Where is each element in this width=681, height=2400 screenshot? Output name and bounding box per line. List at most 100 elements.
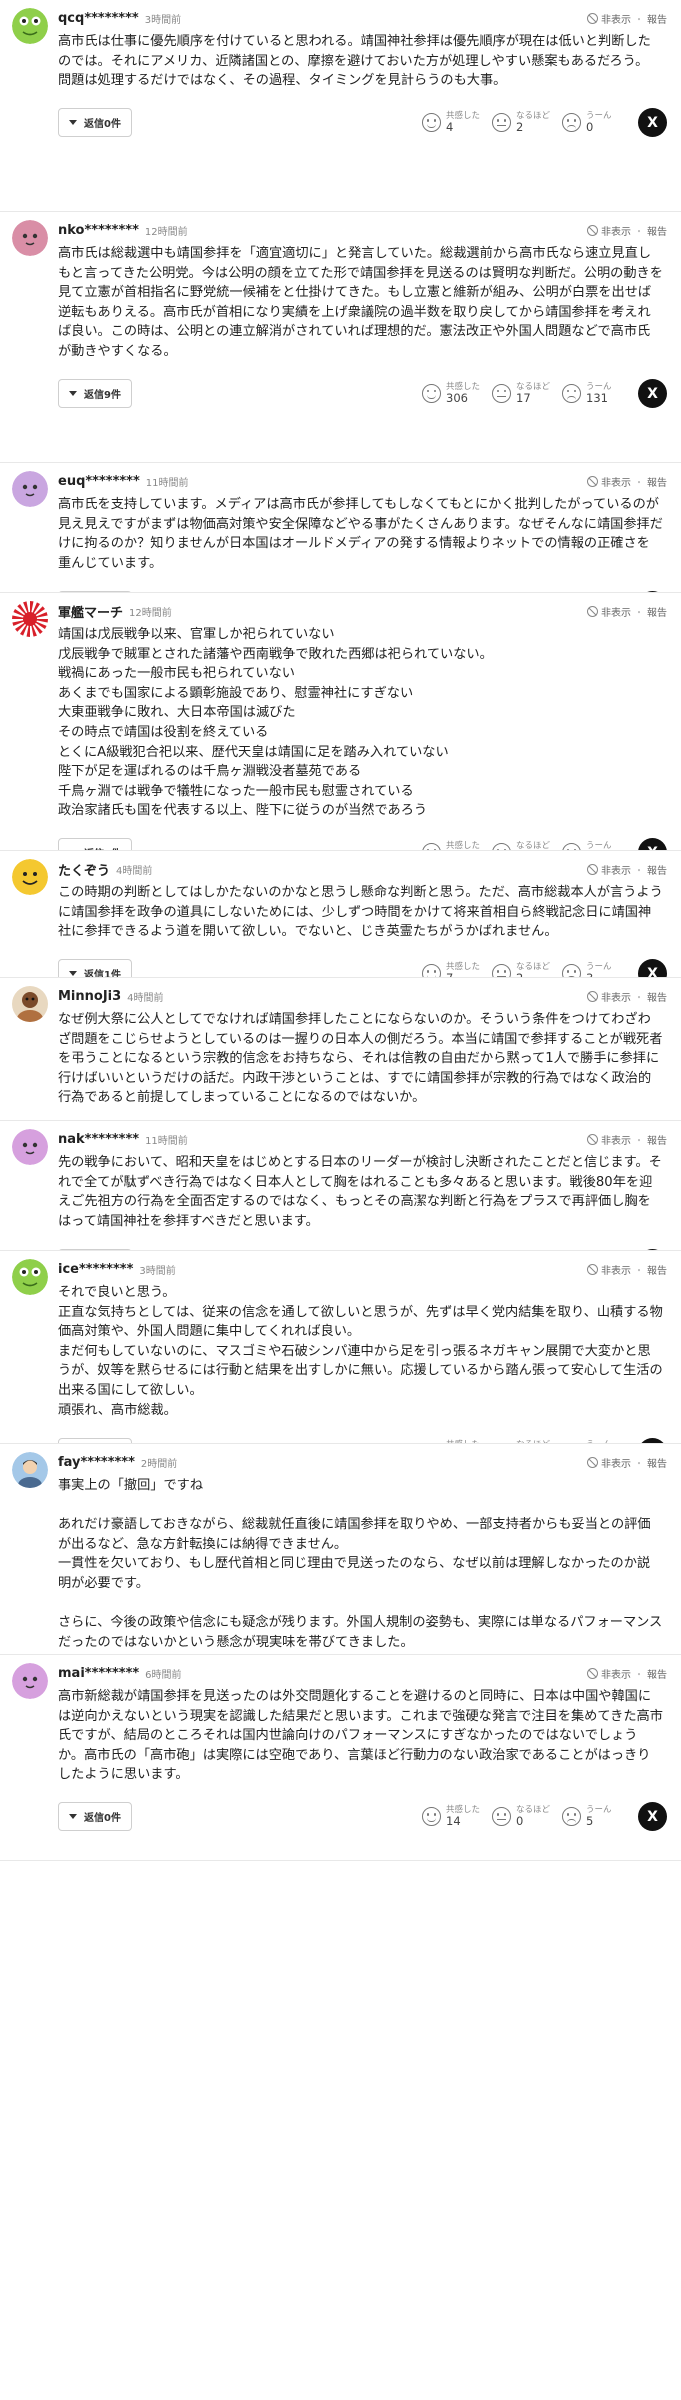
x-share-button[interactable]: X	[638, 108, 667, 138]
avatar[interactable]	[12, 859, 48, 895]
reaction-learn-button[interactable]: なるほど0	[492, 1805, 562, 1828]
reaction-hmm-button[interactable]: うーん5	[562, 1805, 632, 1828]
hide-link[interactable]: 非表示	[601, 1132, 631, 1147]
x-share-button[interactable]: X	[638, 1802, 667, 1832]
reaction-count: 14	[446, 1814, 461, 1829]
reaction-agree-button[interactable]: 共感した4	[422, 111, 492, 134]
hide-link[interactable]: 非表示	[601, 474, 631, 489]
reaction-count: 306	[446, 390, 468, 405]
avatar[interactable]	[12, 1663, 48, 1699]
hide-icon	[587, 1456, 598, 1468]
avatar[interactable]	[12, 601, 48, 637]
avatar[interactable]	[12, 1452, 48, 1488]
reply-toggle-button[interactable]: 返信0件	[58, 108, 132, 138]
hide-icon	[587, 1133, 598, 1145]
reaction-learn-button[interactable]: なるほど2	[492, 962, 562, 977]
comment-line: 正直な気持ちとしては、従来の信念を通して欲しいと思うが、先ずは早く党内結集を取り…	[58, 1304, 663, 1340]
neutral-face-icon	[492, 113, 511, 133]
comment-text: 高市氏を支持しています。メディアは高市氏が参拝してもしなくてもとにかく批判したが…	[58, 495, 667, 573]
reply-toggle-button[interactable]: 返信9件	[58, 379, 132, 409]
x-share-button[interactable]: X	[638, 959, 667, 977]
comment-username[interactable]: MinnoJi3	[58, 989, 121, 1004]
comment-item: たくぞう 4時間前 非表示 ・ 報告 この時期の判断としてはしかたないのかなと思…	[0, 851, 681, 978]
x-logo-icon: X	[647, 1808, 658, 1825]
reply-toggle-button[interactable]: 返信3件	[58, 838, 132, 850]
hide-link[interactable]: 非表示	[601, 1455, 631, 1470]
menu-separator: ・	[634, 1135, 644, 1147]
comment-line: その時点で靖国は役割を終えている	[58, 724, 269, 740]
reaction-agree-button[interactable]: 共感した 14	[422, 1805, 492, 1829]
hide-icon	[587, 1263, 598, 1275]
report-link[interactable]: 報告	[647, 223, 667, 238]
comment-line: 大東亜戦争に敗れ、大日本帝国は滅びた	[58, 705, 296, 721]
report-link[interactable]: 報告	[647, 1262, 667, 1277]
reaction-hmm-button[interactable]: うーん 0	[562, 111, 632, 134]
comment-username[interactable]: nak********	[58, 1132, 139, 1147]
comment-line: 先の戦争において、昭和天皇をはじめとする日本のリーダーが検討し決断されたことだと…	[58, 1155, 662, 1229]
report-link[interactable]: 報告	[647, 862, 667, 877]
report-link[interactable]: 報告	[647, 604, 667, 619]
report-link[interactable]: 報告	[647, 1666, 667, 1681]
avatar[interactable]	[12, 8, 48, 44]
x-share-button[interactable]: X	[638, 838, 667, 850]
hide-icon	[587, 1667, 598, 1679]
avatar[interactable]	[12, 220, 48, 256]
smile-icon	[422, 1807, 441, 1827]
reaction-learn-button[interactable]: なるほど 17	[492, 382, 562, 405]
menu-separator: ・	[634, 477, 644, 489]
smile-icon	[422, 113, 441, 133]
comment-username[interactable]: nko********	[58, 223, 139, 238]
hide-icon	[587, 990, 598, 1002]
reaction-hmm-button[interactable]: うーん3	[562, 962, 632, 977]
reply-label: 返信0件	[84, 119, 121, 131]
comment-username[interactable]: euq********	[58, 474, 140, 489]
reaction-agree-button[interactable]: 共感した7	[422, 962, 492, 977]
comment-username[interactable]: fay********	[58, 1455, 135, 1470]
reaction-agree-button[interactable]: 共感した 306	[422, 382, 492, 405]
frown-icon	[562, 1807, 581, 1827]
hide-link[interactable]: 非表示	[601, 862, 631, 877]
report-link[interactable]: 報告	[647, 1455, 667, 1470]
smile-icon	[422, 964, 441, 977]
hide-link[interactable]: 非表示	[601, 1262, 631, 1277]
hide-link[interactable]: 非表示	[601, 989, 631, 1004]
comment-username[interactable]: ice********	[58, 1262, 133, 1277]
report-link[interactable]: 報告	[647, 11, 667, 26]
comment-line	[58, 1594, 663, 1614]
comment-line: 高市新総裁が靖国参拝を見送ったのは外交問題化することを避けるのと同時に、日本は中…	[58, 1689, 663, 1783]
reaction-hmm-button[interactable]: うーん34	[562, 841, 632, 850]
hide-icon	[587, 605, 598, 617]
comment-username[interactable]: qcq********	[58, 11, 139, 26]
reply-label: 返信9件	[84, 390, 121, 402]
report-link[interactable]: 報告	[647, 1132, 667, 1147]
reaction-learn-button[interactable]: なるほど9	[492, 841, 562, 850]
reaction-learn-button[interactable]: なるほど2	[492, 111, 562, 134]
hide-link[interactable]: 非表示	[601, 11, 631, 26]
comment-line: この時期の判断としてはしかたないのかなと思うし懸命な判断と思う。ただ、高市総裁本…	[58, 885, 663, 940]
x-share-button[interactable]: X	[638, 379, 667, 409]
hide-link[interactable]: 非表示	[601, 1666, 631, 1681]
avatar[interactable]	[12, 1259, 48, 1295]
reply-label: 返信1件	[84, 970, 121, 978]
comment-timestamp: 2時間前	[140, 1458, 178, 1470]
reaction-hmm-button[interactable]: うーん 131	[562, 382, 632, 405]
hide-link[interactable]: 非表示	[601, 604, 631, 619]
comment-line: 千鳥ヶ淵では戦争で犠牲になった一般市民も慰霊されている	[58, 783, 414, 799]
comment-username[interactable]: 軍艦マーチ	[58, 602, 123, 621]
menu-separator: ・	[634, 14, 644, 26]
avatar[interactable]	[12, 1129, 48, 1165]
reaction-agree-button[interactable]: 共感した102	[422, 841, 492, 850]
avatar[interactable]	[12, 986, 48, 1022]
frown-icon	[562, 964, 581, 977]
report-link[interactable]: 報告	[647, 989, 667, 1004]
reply-toggle-button[interactable]: 返信1件	[58, 959, 132, 978]
caret-down-icon	[69, 120, 77, 126]
comment-item: ice******** 3時間前 非表示 ・ 報告 それで良いと思う。 正直な気持…	[0, 1251, 681, 1444]
comment-username[interactable]: たくぞう	[58, 860, 110, 879]
hide-link[interactable]: 非表示	[601, 223, 631, 238]
avatar[interactable]	[12, 471, 48, 507]
report-link[interactable]: 報告	[647, 474, 667, 489]
reply-toggle-button[interactable]: 返信0件	[58, 1802, 132, 1832]
comment-username[interactable]: mai********	[58, 1666, 139, 1681]
hide-icon	[587, 863, 598, 875]
